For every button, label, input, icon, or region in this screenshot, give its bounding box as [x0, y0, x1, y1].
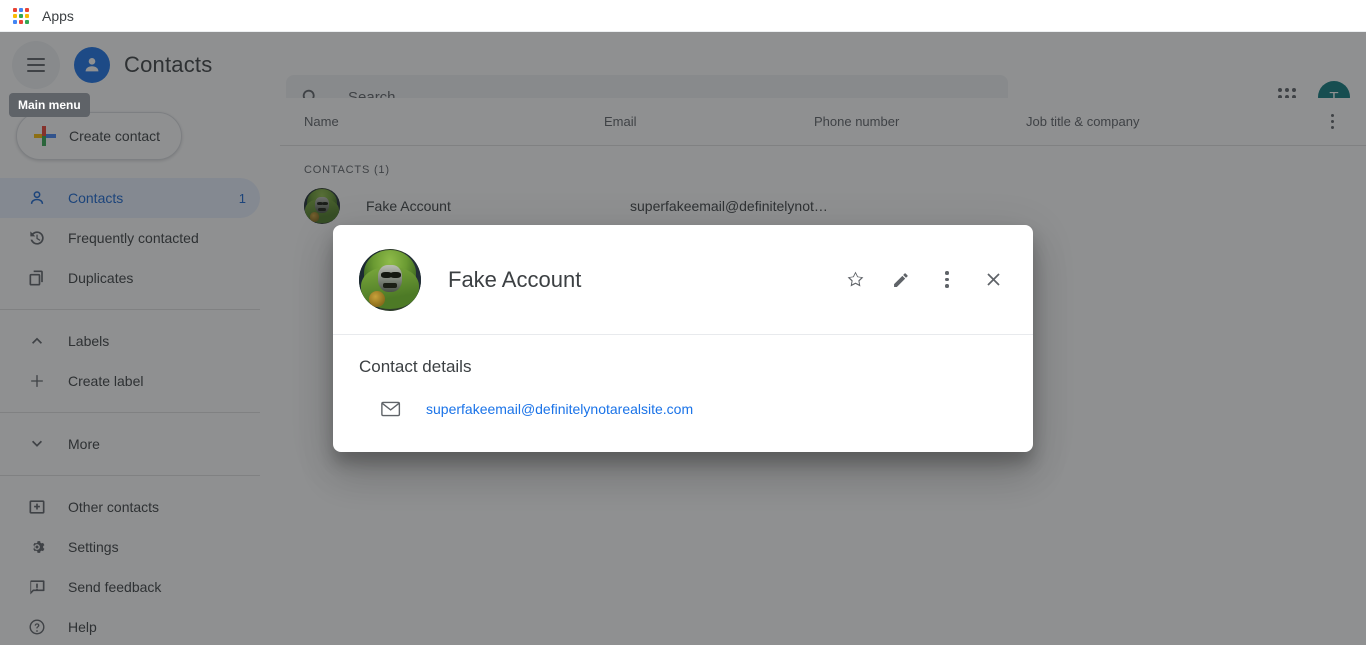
main-menu-tooltip: Main menu	[9, 93, 90, 117]
contact-details-heading: Contact details	[359, 357, 1007, 377]
avatar	[359, 249, 421, 311]
mail-icon	[381, 401, 403, 417]
star-icon[interactable]	[839, 264, 871, 296]
pencil-icon[interactable]	[885, 264, 917, 296]
contact-title: Fake Account	[448, 267, 839, 293]
dialog-body: Contact details superfakeemail@definitel…	[333, 335, 1033, 417]
dialog-header: Fake Account	[333, 225, 1033, 335]
close-icon[interactable]	[977, 264, 1009, 296]
dialog-actions	[839, 264, 1009, 296]
more-vertical-icon[interactable]	[931, 264, 963, 296]
detail-row-email: superfakeemail@definitelynotarealsite.co…	[359, 401, 1007, 417]
contact-detail-dialog: Fake Account Contact details superfakeem…	[333, 225, 1033, 452]
apps-grid-icon[interactable]	[12, 7, 30, 25]
browser-apps-bar: Apps	[0, 0, 1366, 32]
apps-bookmark-label[interactable]: Apps	[42, 8, 74, 24]
contact-email-link[interactable]: superfakeemail@definitelynotarealsite.co…	[426, 401, 693, 417]
